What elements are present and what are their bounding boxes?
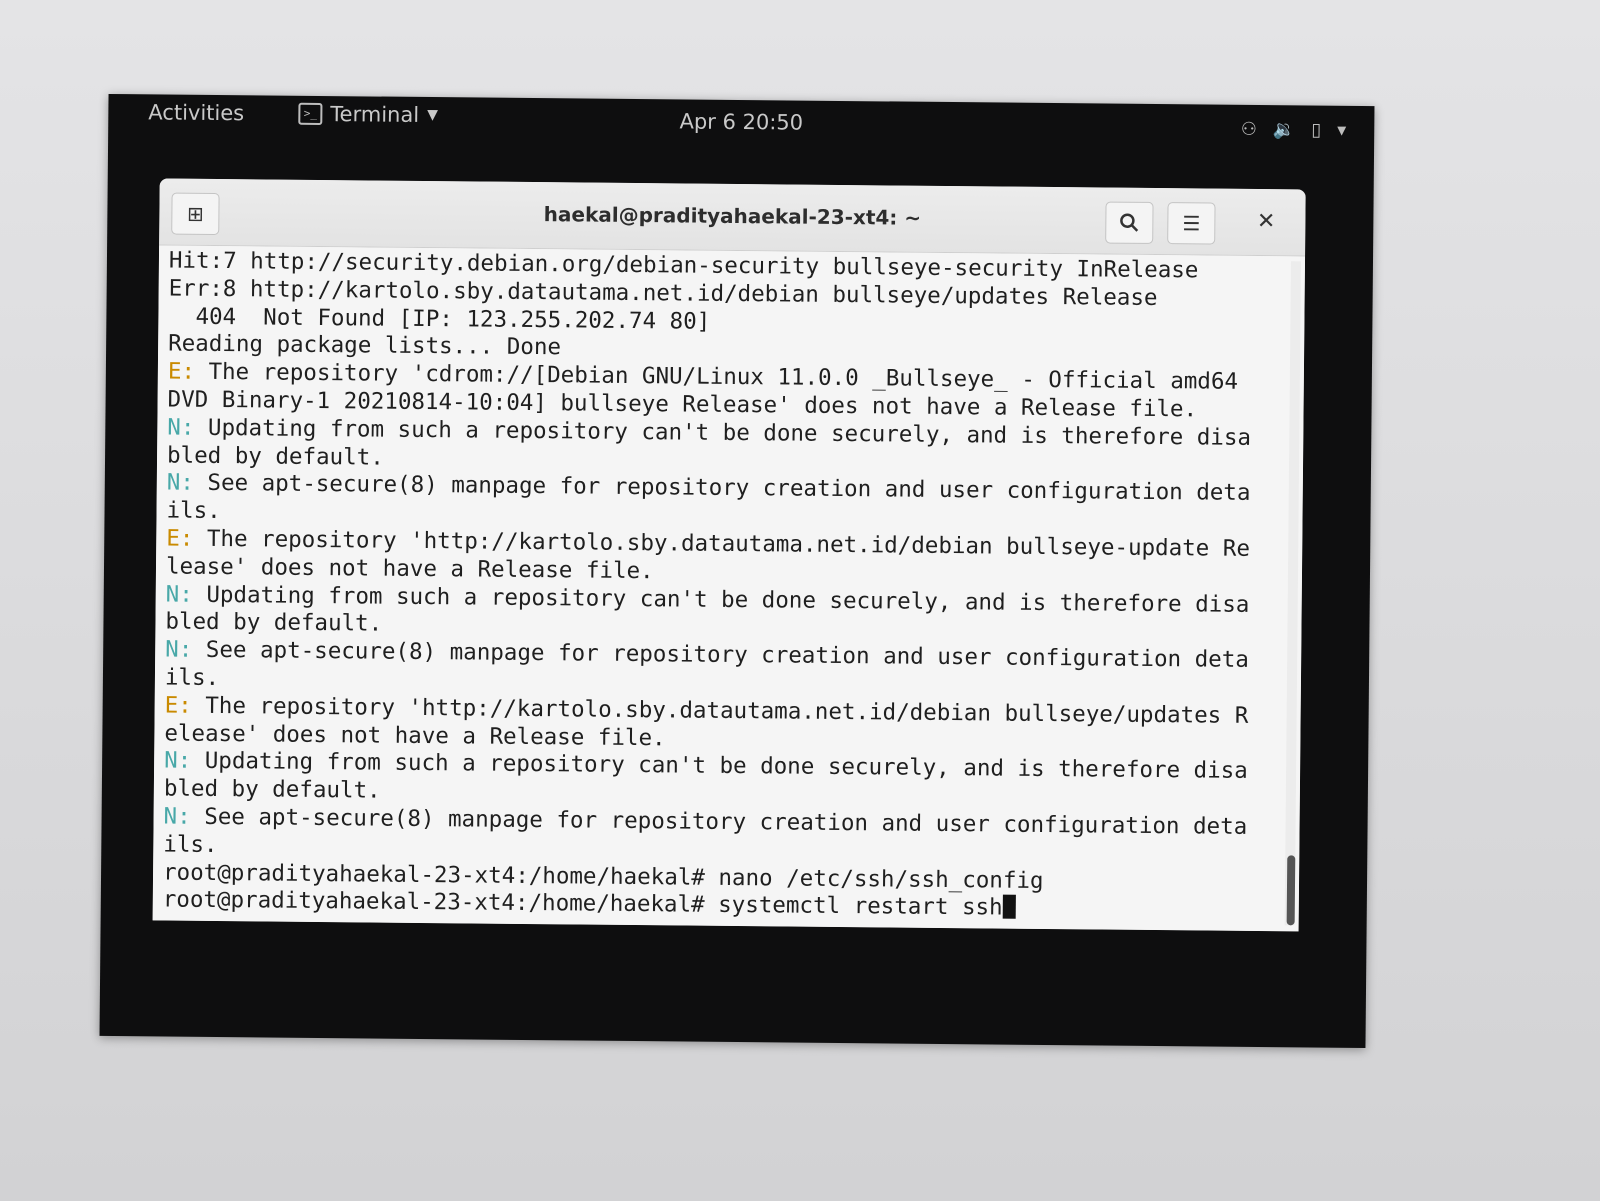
network-icon: ⚇ [1240, 118, 1257, 140]
terminal-line-text: ils. [163, 831, 218, 858]
terminal-output[interactable]: Hit:7 http://security.debian.org/debian-… [152, 245, 1306, 932]
system-tray[interactable]: ⚇ 🔉 ▯ ▾ [1241, 119, 1347, 141]
terminal-window: ⊞ haekal@pradityahaekal-23-xt4: ~ ☰ ✕ Hi… [152, 178, 1306, 932]
notice-prefix: N: [163, 803, 191, 830]
terminal-line-text: bled by default. [166, 442, 384, 471]
terminal-line-text: ils. [166, 497, 221, 525]
hamburger-menu-icon: ☰ [1182, 211, 1201, 236]
text-cursor [1002, 894, 1016, 920]
terminal-line-text: lease' does not have a Release file. [165, 553, 654, 584]
error-prefix: E: [166, 525, 194, 552]
chevron-down-icon: ▾ [1337, 119, 1347, 141]
notice-prefix: N: [166, 469, 195, 497]
search-button[interactable] [1105, 201, 1154, 244]
terminal-line-text: elease' does not have a Release file. [164, 720, 666, 751]
error-prefix: E: [164, 692, 192, 719]
notice-prefix: N: [164, 747, 192, 775]
notice-prefix: N: [165, 636, 193, 663]
error-prefix: E: [167, 358, 196, 385]
volume-icon: 🔉 [1272, 119, 1296, 141]
terminal-line-text: Reading package lists... Done [168, 330, 562, 361]
notice-prefix: N: [167, 414, 195, 441]
close-icon[interactable]: ✕ [1257, 209, 1276, 234]
clock[interactable]: Apr 6 20:50 [108, 104, 1374, 140]
search-icon [1120, 213, 1139, 232]
monitor-screen: Activities >_ Terminal ▼ Apr 6 20:50 ⚇ 🔉… [99, 93, 1375, 1049]
terminal-line-text: 404 Not Found [IP: 123.255.202.74 80] [168, 303, 711, 335]
header-bar: ⊞ haekal@pradityahaekal-23-xt4: ~ ☰ ✕ [159, 178, 1306, 257]
terminal-line-text: ils. [164, 664, 220, 691]
battery-icon: ▯ [1311, 119, 1322, 141]
terminal-line-text: bled by default. [163, 775, 381, 804]
gnome-top-bar: Activities >_ Terminal ▼ Apr 6 20:50 ⚇ 🔉… [108, 94, 1374, 150]
terminal-line-text: bled by default. [165, 608, 383, 637]
menu-button[interactable]: ☰ [1167, 202, 1216, 245]
scrollbar-thumb[interactable] [1286, 855, 1296, 926]
notice-prefix: N: [165, 581, 193, 608]
